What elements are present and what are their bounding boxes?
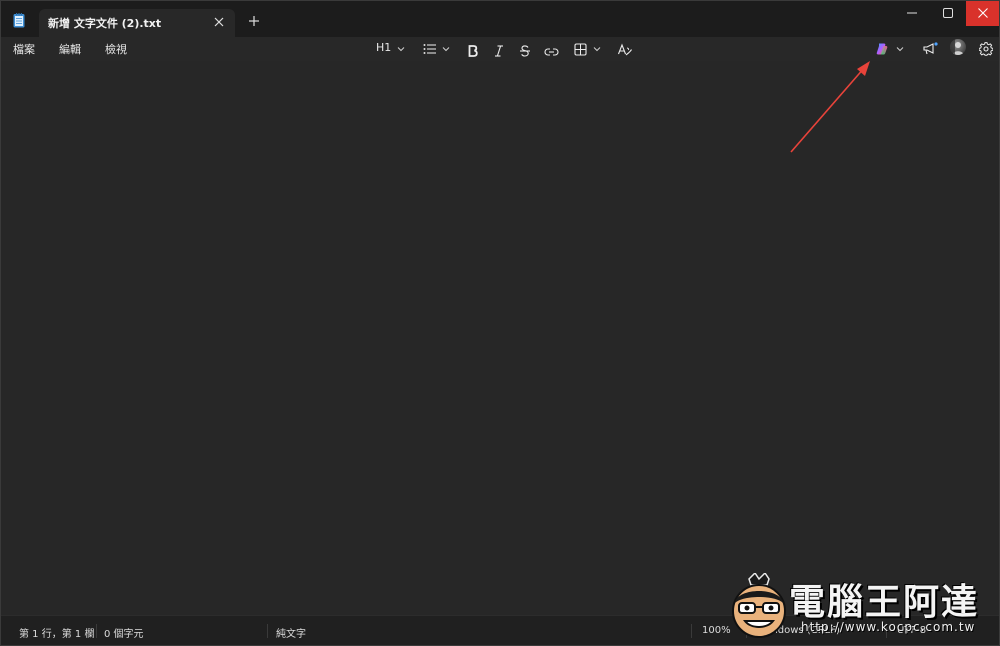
watermark: 電腦王阿達 http://www.kocpc.com.tw [725,567,995,641]
annotation-arrow-icon [790,61,870,153]
heading-label: H1 [376,41,392,54]
avatar[interactable] [950,39,966,55]
table-dropdown[interactable] [572,40,604,58]
status-divider [267,624,268,638]
table-icon [574,43,587,56]
clear-format-icon[interactable] [617,41,633,59]
window-close-button[interactable] [966,1,999,26]
chevron-down-icon [442,47,450,52]
document-tab[interactable]: 新增 文字文件 (2).txt [39,9,235,37]
cursor-position: 第 1 行，第 1 欄 [19,629,95,640]
plus-icon[interactable] [247,14,261,28]
chevron-down-icon [593,47,601,52]
italic-icon[interactable] [493,42,505,60]
chevron-down-icon [397,47,405,52]
watermark-url: http://www.kocpc.com.tw [801,620,976,634]
copilot-icon [876,43,888,55]
menu-file[interactable]: 檔案 [13,41,35,57]
chevron-down-icon [896,47,904,52]
title-bar: 新增 文字文件 (2).txt [1,1,999,37]
char-count: 0 個字元 [104,629,144,640]
menu-view[interactable]: 檢視 [105,41,127,57]
watermark-title: 電腦王阿達 [789,582,980,623]
list-icon [423,44,436,54]
gear-icon[interactable] [979,40,993,58]
minimize-icon [907,12,917,14]
tab-title: 新增 文字文件 (2).txt [48,17,162,30]
bold-icon[interactable] [467,42,479,60]
status-divider [691,624,692,638]
megaphone-icon[interactable] [922,40,938,58]
maximize-button[interactable] [931,1,965,29]
notepad-icon [13,13,25,28]
mascot-icon [732,573,786,638]
status-divider [96,624,97,638]
heading-dropdown[interactable]: H1 [373,40,407,58]
copilot-dropdown[interactable] [873,40,907,58]
menu-edit[interactable]: 編輯 [59,41,81,57]
minimize-button[interactable] [895,1,929,29]
maximize-icon [943,8,953,18]
link-icon[interactable] [544,43,559,61]
strikethrough-icon[interactable] [519,42,531,60]
close-icon[interactable] [213,16,225,28]
text-format[interactable]: 純文字 [276,625,306,640]
list-dropdown[interactable] [421,40,453,58]
window-close-icon [978,8,988,18]
notepad-window: 新增 文字文件 (2).txt 檔案 編輯 檢視 H1 第 1 行，第 1 欄 … [0,0,1000,646]
avatar-figure-icon [950,39,964,55]
